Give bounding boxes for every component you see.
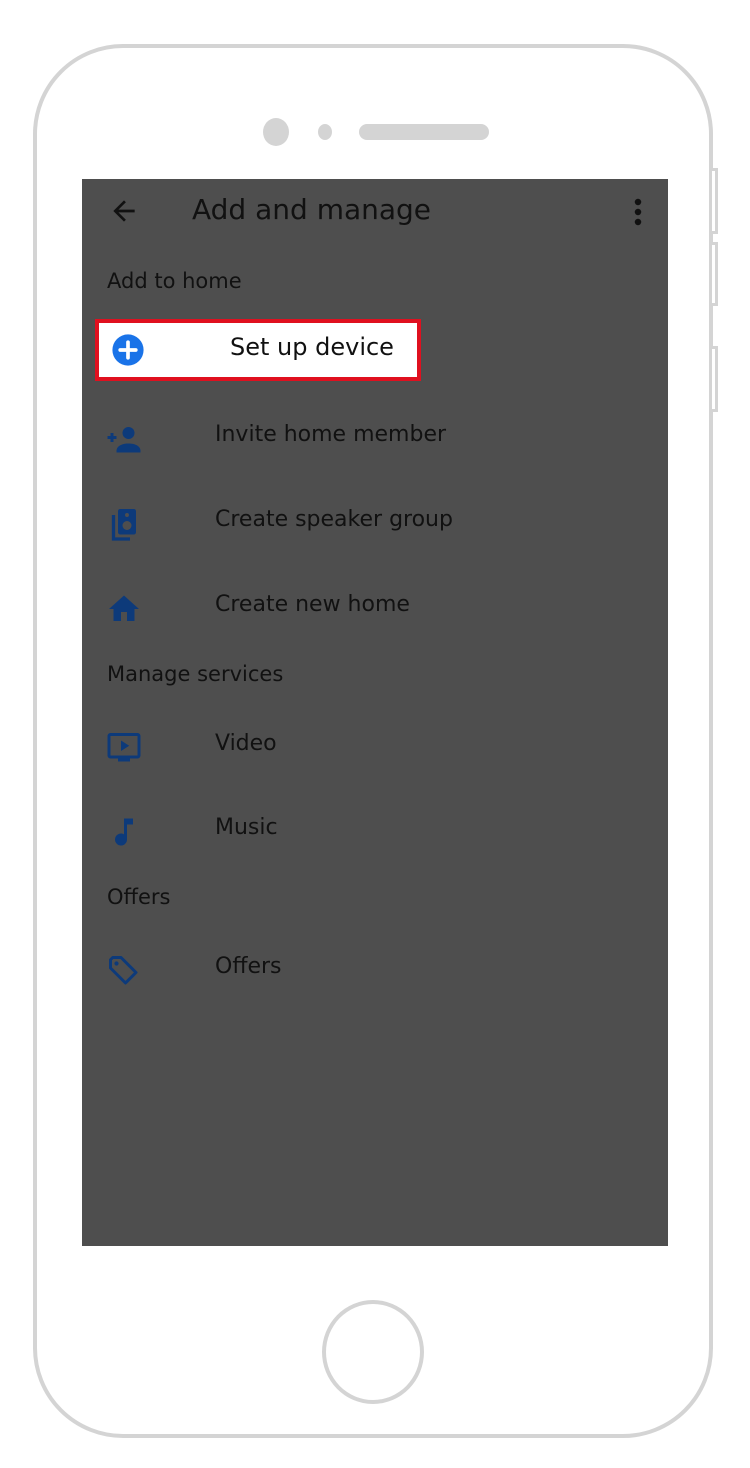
side-button-volume-up: [712, 242, 718, 306]
video-label: Video: [215, 731, 277, 756]
section-header-offers: Offers: [107, 885, 171, 909]
offers-item[interactable]: Offers: [82, 939, 668, 999]
side-button-top: [712, 168, 718, 234]
set-up-device-label: Set up device: [230, 333, 394, 361]
create-speaker-group-label: Create speaker group: [215, 507, 453, 532]
tv-play-icon: [107, 733, 141, 762]
offers-label: Offers: [215, 954, 282, 979]
app-screen: Add and manage Add to home Set up device…: [82, 179, 668, 1246]
person-add-icon: [107, 427, 141, 453]
music-item[interactable]: Music: [82, 800, 668, 860]
music-note-icon: [115, 818, 133, 846]
home-icon: [109, 595, 139, 621]
home-button[interactable]: [322, 1300, 424, 1404]
create-new-home-item[interactable]: Create new home: [82, 577, 668, 637]
create-speaker-group-item[interactable]: Create speaker group: [82, 492, 668, 552]
speaker-group-icon: [111, 509, 136, 541]
section-header-add-to-home: Add to home: [107, 269, 242, 293]
page-title: Add and manage: [192, 193, 432, 226]
proximity-sensor: [318, 124, 332, 140]
video-item[interactable]: Video: [82, 716, 668, 776]
section-header-manage-services: Manage services: [107, 662, 284, 686]
front-camera: [263, 118, 289, 146]
invite-home-member-item[interactable]: Invite home member: [82, 407, 668, 467]
add-circle-icon: [112, 334, 144, 366]
app-bar: Add and manage: [82, 179, 668, 247]
arrow-back-icon[interactable]: [108, 195, 140, 227]
earpiece-speaker: [359, 124, 489, 140]
tag-icon: [109, 956, 138, 985]
create-new-home-label: Create new home: [215, 592, 410, 617]
side-button-volume-down: [712, 346, 718, 412]
invite-home-member-label: Invite home member: [215, 422, 447, 447]
set-up-device-item[interactable]: Set up device: [95, 319, 421, 381]
music-label: Music: [215, 815, 278, 840]
more-vert-icon[interactable]: [630, 197, 646, 227]
